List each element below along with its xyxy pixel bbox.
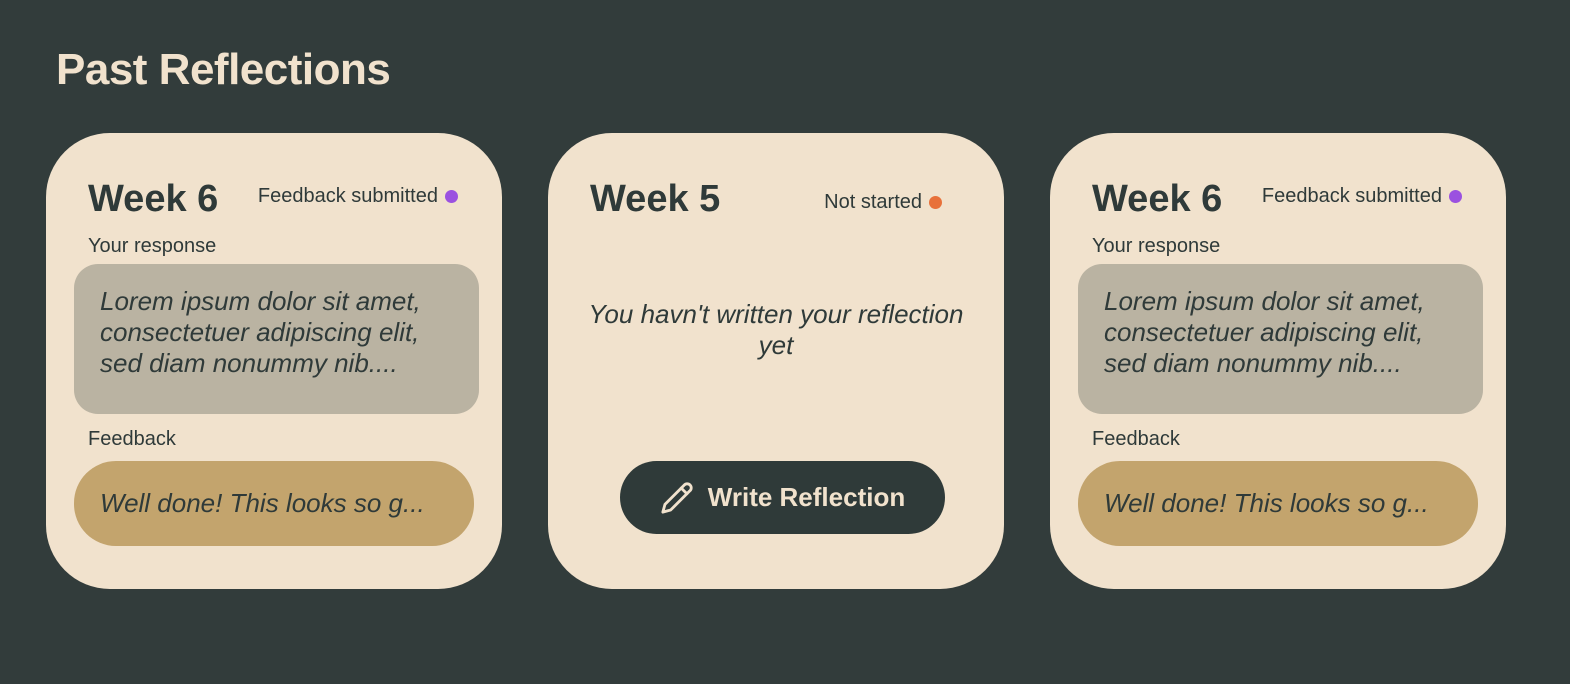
empty-message: You havn't written your reflection yet	[588, 299, 964, 360]
status-badge: Feedback submitted	[258, 185, 458, 208]
status-badge: Not started	[824, 191, 942, 214]
pencil-icon	[661, 481, 693, 514]
status-text: Not started	[824, 191, 922, 213]
feedback-label: Feedback	[88, 428, 176, 450]
feedback-label: Feedback	[1092, 428, 1180, 450]
status-dot	[1449, 190, 1462, 203]
response-preview: Lorem ipsum dolor sit amet, consectetuer…	[1078, 264, 1483, 414]
feedback-preview: Well done! This looks so g...	[1078, 461, 1478, 546]
card-title: Week 6	[88, 178, 219, 220]
reflection-card-week-5: Week 5 Not started You havn't written yo…	[548, 133, 1004, 589]
page-title: Past Reflections	[56, 45, 391, 94]
status-text: Feedback submitted	[257, 185, 438, 207]
response-label: Your response	[88, 235, 217, 257]
reflection-card-week-6[interactable]: Week 6 Feedback submitted Your response …	[46, 133, 502, 589]
reflection-cards: Week 6 Feedback submitted Your response …	[46, 133, 1506, 589]
status-text: Feedback submitted	[1261, 185, 1442, 207]
card-title: Week 5	[590, 178, 721, 220]
write-reflection-button[interactable]: Write Reflection	[620, 461, 945, 534]
feedback-preview: Well done! This looks so g...	[74, 461, 474, 546]
status-dot	[445, 190, 458, 203]
card-title: Week 6	[1092, 178, 1223, 220]
response-label: Your response	[1092, 235, 1221, 257]
status-dot	[929, 196, 942, 209]
response-preview: Lorem ipsum dolor sit amet, consectetuer…	[74, 264, 479, 414]
reflection-card-week-6[interactable]: Week 6 Feedback submitted Your response …	[1050, 133, 1506, 589]
status-badge: Feedback submitted	[1262, 185, 1462, 208]
write-reflection-label: Write Reflection	[707, 482, 906, 512]
